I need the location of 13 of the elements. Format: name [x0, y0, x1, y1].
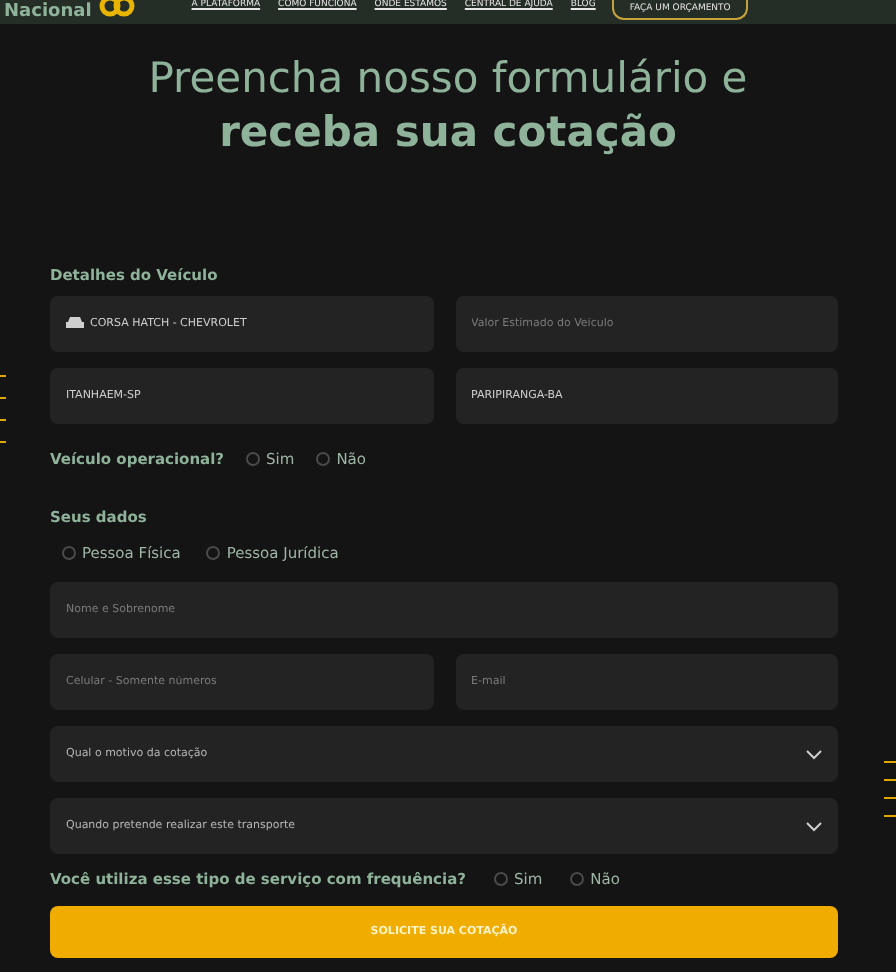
- radio-button[interactable]: [494, 872, 508, 887]
- chevron-down-icon: [806, 821, 822, 831]
- page-heading: receba sua cotação: [217, 106, 679, 160]
- radio-button[interactable]: [316, 452, 331, 467]
- logo-text[interactable]: Nacional: [4, 0, 92, 24]
- car-icon: [66, 316, 84, 331]
- radio-button[interactable]: [570, 872, 585, 887]
- radio-button[interactable]: [62, 545, 76, 560]
- radio-button[interactable]: [246, 452, 261, 467]
- chevron-down-icon: [806, 749, 822, 759]
- page-heading: Preencha nosso formulário e: [146, 52, 750, 106]
- radio-button[interactable]: [206, 545, 221, 560]
- logo-icon: [97, 0, 138, 18]
